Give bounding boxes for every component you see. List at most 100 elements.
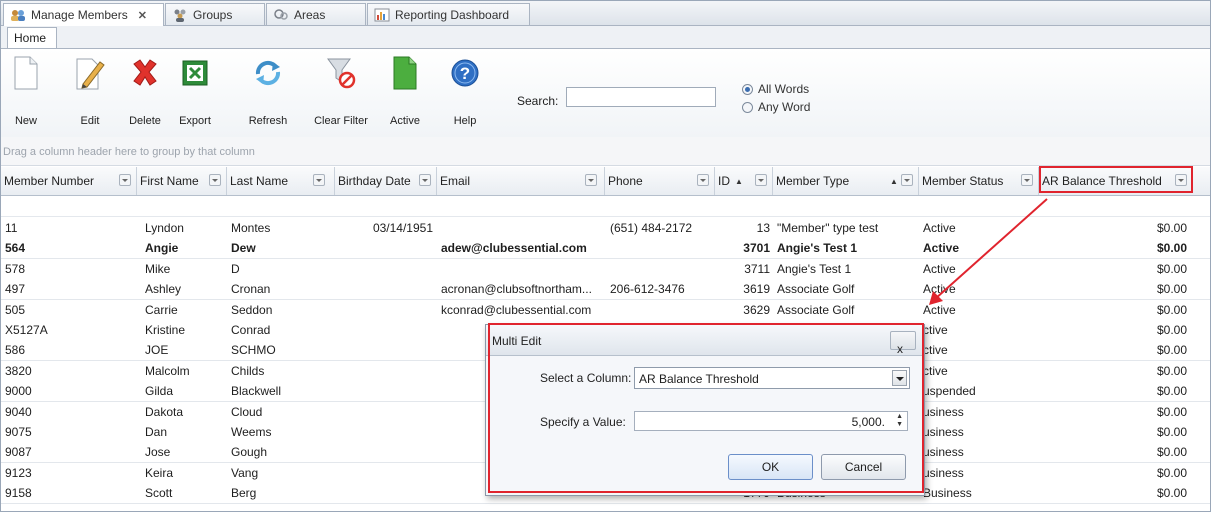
cell-member-number: 9000 [5,384,32,399]
cell-phone [610,238,714,258]
cell-birthday-date [335,402,433,422]
column-header-first-name[interactable]: First Name [137,167,227,195]
clear-filter-icon [323,53,359,93]
export-button[interactable]: Export [175,49,215,135]
cell-first-name: Malcolm [145,363,190,378]
cell-birthday-date [335,320,433,340]
cell-member-number: 586 [5,343,26,358]
areas-icon [273,8,289,22]
search-input[interactable] [566,87,716,107]
column-header-birthday-date[interactable]: Birthday Date [335,167,437,195]
tab-label: Manage Members [31,8,128,22]
radio-label: All Words [758,82,810,96]
column-header-email[interactable]: Email [437,167,605,195]
cell-member-status: ctive [923,323,948,337]
cell-last-name: Gough [231,445,268,460]
cell-last-name: D [231,261,240,276]
filter-dropdown-icon[interactable] [1021,174,1033,186]
tab-areas[interactable]: Areas [266,3,366,25]
excel-icon [177,53,213,93]
cell-first-name: Keira [145,465,174,480]
filter-dropdown-icon[interactable] [697,174,709,186]
cell-last-name: Blackwell [231,384,282,399]
cell-member-number: 564 [5,241,26,256]
tab-reporting-dashboard[interactable]: Reporting Dashboard [367,3,530,25]
active-label: Active [390,115,420,127]
delete-button[interactable]: Delete [125,49,165,135]
clear-filter-button[interactable]: Clear Filter [311,49,371,135]
cell-birthday-date [335,442,433,462]
cell-birthday-date [335,361,433,381]
filter-dropdown-icon[interactable] [119,174,131,186]
help-button[interactable]: ? Help [447,49,483,135]
cell-member-number: 3820 [5,363,32,378]
cell-member-number: 9075 [5,425,32,439]
export-label: Export [179,115,211,127]
cell-last-name: Seddon [231,302,273,317]
new-button[interactable]: New [9,49,43,135]
cell-member-type: Associate Golf [777,302,855,317]
cell-last-name: Childs [231,363,265,378]
cell-member-type: "Member" type test [777,221,879,235]
cell-ar-balance-threshold: $0.00 [1156,323,1187,337]
cell-ar-balance-threshold: $0.00 [1156,486,1187,501]
cell-last-name: SCHMO [231,343,276,358]
groups-icon [172,8,188,22]
column-header-id[interactable]: ID ▲ [715,167,773,195]
close-tab-icon[interactable]: ✕ [138,9,147,22]
filter-dropdown-icon[interactable] [419,174,431,186]
cell-last-name: Weems [231,425,272,439]
column-header-member-number[interactable]: Member Number [1,167,137,195]
cell-birthday-date [335,463,433,483]
search-label: Search: [517,94,559,108]
cell-id: 3701 [743,241,770,256]
cell-first-name: JOE [145,343,169,358]
radio-all-words[interactable]: All Words [742,82,809,96]
cell-member-number: 11 [5,221,18,235]
column-label: Phone [608,174,643,188]
filter-dropdown-icon[interactable] [901,174,913,186]
cell-first-name: Lyndon [145,221,184,235]
cell-last-name: Cloud [231,404,263,419]
refresh-button[interactable]: Refresh [243,49,293,135]
filter-dropdown-icon[interactable] [585,174,597,186]
cell-member-number: 9087 [5,445,32,460]
cell-birthday-date [335,279,433,299]
radio-any-word[interactable]: Any Word [742,100,810,114]
column-header-member-type[interactable]: Member Type ▲ [773,167,919,195]
column-header-phone[interactable]: Phone [605,167,715,195]
new-label: New [14,115,37,127]
cell-member-status: usiness [923,465,964,480]
active-document-icon [387,53,423,93]
cell-first-name: Gilda [145,384,174,399]
edit-button[interactable]: Edit [73,49,107,135]
cell-ar-balance-threshold: $0.00 [1156,221,1187,235]
column-label: Member Status [922,174,1004,188]
column-header-last-name[interactable]: Last Name [227,167,335,195]
group-by-panel[interactable]: Drag a column header here to group by th… [1,137,1210,166]
cell-email: kconrad@clubessential.com [441,302,592,317]
tab-manage-members[interactable]: Manage Members ✕ [3,3,164,26]
cell-member-status: usiness [923,404,964,419]
tab-groups[interactable]: Groups [165,3,265,25]
cell-birthday-date [335,300,433,320]
filter-dropdown-icon[interactable] [209,174,221,186]
filter-dropdown-icon[interactable] [313,174,325,186]
cell-ar-balance-threshold: $0.00 [1156,282,1187,297]
ribbon-tab-strip: Home [1,26,1210,48]
cell-member-type: Associate Golf [777,282,855,297]
cell-birthday-date [335,381,433,401]
cell-member-status: ctive [923,363,948,378]
column-label: ID [718,174,730,188]
cell-first-name: Kristine [145,323,186,337]
cell-birthday-date: 03/14/1951 [372,221,433,235]
active-button[interactable]: Active [385,49,425,135]
ribbon-tab-home[interactable]: Home [7,27,57,48]
column-label: Last Name [230,174,289,188]
app-window: Manage Members ✕ Groups Areas Reporting … [0,0,1211,512]
radio-label: Any Word [758,100,811,114]
cell-last-name: Vang [231,465,259,480]
filter-dropdown-icon[interactable] [755,174,767,186]
column-header-member-status[interactable]: Member Status [919,167,1039,195]
edit-pencil-icon [72,53,108,93]
